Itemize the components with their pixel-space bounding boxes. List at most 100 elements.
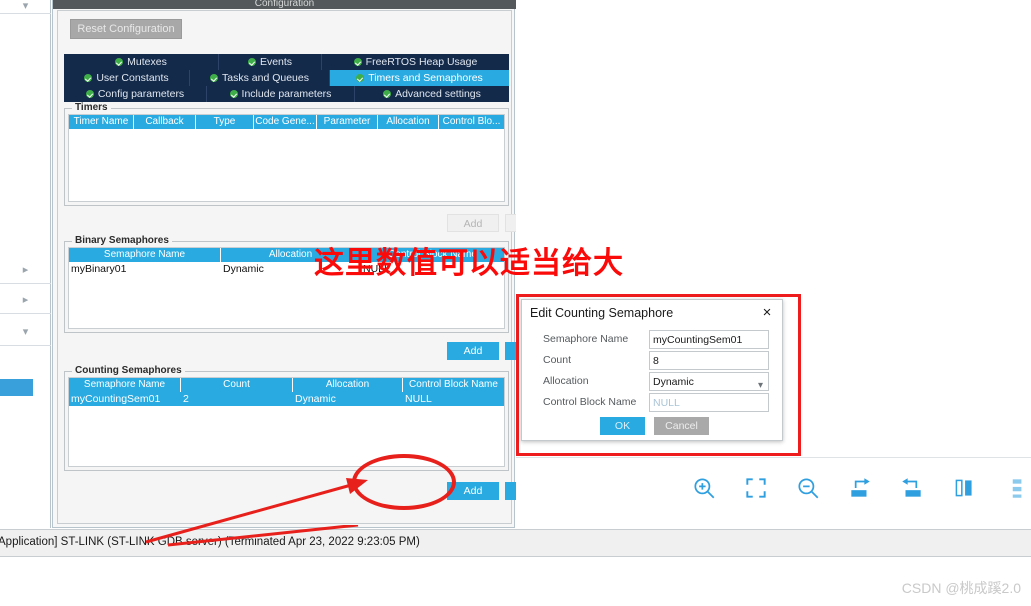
column-header[interactable]: Code Gene...	[254, 115, 317, 129]
cell-allocation: Dynamic	[293, 392, 403, 406]
allocation-label: Allocation	[543, 375, 589, 387]
counting-semaphores-table[interactable]: Semaphore Name Count Allocation Control …	[68, 377, 505, 467]
configuration-tabs: Mutexes Events FreeRTOS Heap Usage User …	[64, 54, 509, 102]
counting-semaphores-group: Counting Semaphores Semaphore Name Count…	[64, 365, 509, 471]
more-options-icon[interactable]	[1003, 475, 1029, 501]
timers-add-button[interactable]: Add	[447, 214, 499, 232]
binary-semaphores-group-label: Binary Semaphores	[72, 235, 172, 246]
column-header[interactable]: Semaphore Name	[69, 248, 221, 262]
column-header[interactable]: Semaphore Name	[69, 378, 181, 392]
chevron-down-icon: ▾	[22, 0, 29, 12]
semaphore-name-label: Semaphore Name	[543, 333, 629, 345]
reset-configuration-button[interactable]: Reset Configuration	[70, 19, 182, 39]
check-icon	[115, 58, 124, 66]
timers-table[interactable]: Timer Name Callback Type Code Gene... Pa…	[68, 114, 505, 202]
column-header[interactable]: Type	[196, 115, 254, 129]
check-icon	[85, 90, 94, 98]
close-icon[interactable]: ×	[758, 304, 776, 322]
check-icon	[210, 74, 219, 82]
column-header[interactable]: Parameter	[317, 115, 378, 129]
tab-label: User Constants	[96, 72, 169, 84]
column-header[interactable]: Control Blo...	[439, 115, 504, 129]
tab-tasks-and-queues[interactable]: Tasks and Queues	[190, 70, 330, 86]
timers-group-label: Timers	[72, 102, 111, 113]
count-label: Count	[543, 354, 572, 366]
allocation-selected-value: Dynamic	[653, 376, 694, 388]
rotate-left-icon[interactable]	[899, 475, 925, 501]
cancel-button[interactable]: Cancel	[654, 417, 709, 435]
tab-label: Events	[259, 56, 293, 68]
tab-row-2: User Constants Tasks and Queues Timers a…	[64, 70, 509, 86]
dialog-row-control-block: Control Block Name NULL	[522, 393, 784, 414]
tab-label: Timers and Semaphores	[368, 72, 483, 84]
control-block-name-label: Control Block Name	[543, 396, 637, 408]
zoom-out-icon[interactable]	[795, 475, 821, 501]
sidebar-selected-item[interactable]	[0, 379, 33, 396]
count-input[interactable]: 8	[649, 351, 769, 370]
flip-horizontal-icon[interactable]	[951, 475, 977, 501]
fit-screen-icon[interactable]	[743, 475, 769, 501]
tab-advanced-settings[interactable]: Advanced settings	[355, 86, 509, 102]
check-icon	[356, 74, 365, 82]
annotation-red-line	[168, 525, 359, 547]
sidebar-item-1[interactable]: ▸	[0, 258, 51, 284]
dialog-title: Edit Counting Semaphore	[530, 306, 674, 320]
column-header[interactable]: Control Block Name	[403, 378, 504, 392]
dialog-row-name: Semaphore Name myCountingSem01	[522, 330, 784, 351]
column-header[interactable]: Allocation	[378, 115, 439, 129]
tab-label: Mutexes	[127, 56, 167, 68]
zoom-in-icon[interactable]	[691, 475, 717, 501]
ok-button[interactable]: OK	[600, 417, 645, 435]
allocation-select[interactable]: Dynamic ▾	[649, 372, 769, 391]
binary-semaphores-add-button[interactable]: Add	[447, 342, 499, 360]
dialog-row-count: Count 8	[522, 351, 784, 372]
timers-table-header: Timer Name Callback Type Code Gene... Pa…	[69, 115, 504, 129]
tab-mutexes[interactable]: Mutexes	[64, 54, 219, 70]
cell-control-block: NULL	[403, 392, 504, 406]
counting-semaphores-table-header: Semaphore Name Count Allocation Control …	[69, 378, 504, 392]
column-header[interactable]: Timer Name	[69, 115, 134, 129]
tab-row-1: Mutexes Events FreeRTOS Heap Usage	[64, 54, 509, 70]
chevron-down-icon: ▾	[22, 326, 29, 338]
tab-timers-and-semaphores[interactable]: Timers and Semaphores	[330, 70, 509, 86]
left-sidebar: ▾ ▸ ▸ ▾	[0, 0, 51, 528]
sidebar-item-2[interactable]: ▸	[0, 288, 51, 314]
tab-include-parameters[interactable]: Include parameters	[207, 86, 355, 102]
timers-group: Timers Timer Name Callback Type Code Gen…	[64, 102, 509, 206]
tab-label: FreeRTOS Heap Usage	[365, 56, 478, 68]
tab-label: Advanced settings	[395, 88, 481, 100]
tab-events[interactable]: Events	[219, 54, 322, 70]
check-icon	[84, 74, 93, 82]
tab-label: Tasks and Queues	[222, 72, 309, 84]
semaphore-name-input[interactable]: myCountingSem01	[649, 330, 769, 349]
cell-count: 2	[181, 392, 293, 406]
bottom-area: CSDN @桃成蹊2.0	[0, 557, 1031, 606]
column-header[interactable]: Allocation	[293, 378, 403, 392]
tab-freertos-heap-usage[interactable]: FreeRTOS Heap Usage	[322, 54, 509, 70]
cell-semaphore-name: myCountingSem01	[69, 392, 181, 406]
sidebar-item-0[interactable]: ▾	[0, 0, 51, 14]
table-row[interactable]: myCountingSem01 2 Dynamic NULL	[69, 392, 504, 406]
control-block-name-input[interactable]: NULL	[649, 393, 769, 412]
annotation-red-note: 这里数值可以适当给大	[314, 246, 624, 281]
column-header[interactable]: Count	[181, 378, 293, 392]
check-icon	[383, 90, 392, 98]
counting-semaphores-group-label: Counting Semaphores	[72, 365, 185, 376]
chevron-right-icon: ▸	[22, 264, 29, 276]
tab-label: Config parameters	[97, 88, 185, 100]
tab-row-3: Config parameters Include parameters Adv…	[64, 86, 509, 102]
check-icon	[229, 90, 238, 98]
dialog-row-allocation: Allocation Dynamic ▾	[522, 372, 784, 393]
configuration-title: Configuration	[53, 0, 516, 9]
tab-user-constants[interactable]: User Constants	[64, 70, 190, 86]
tab-label: Include parameters	[241, 88, 332, 100]
check-icon	[247, 58, 256, 66]
column-header[interactable]: Callback	[134, 115, 196, 129]
cell-semaphore-name: myBinary01	[71, 263, 127, 275]
sidebar-item-3[interactable]: ▾	[0, 320, 51, 346]
tab-config-parameters[interactable]: Config parameters	[64, 86, 207, 102]
chip-view-toolbar	[516, 457, 1031, 517]
watermark: CSDN @桃成蹊2.0	[901, 580, 1021, 596]
edit-counting-semaphore-dialog: Edit Counting Semaphore × Semaphore Name…	[521, 299, 783, 441]
rotate-right-icon[interactable]	[847, 475, 873, 501]
